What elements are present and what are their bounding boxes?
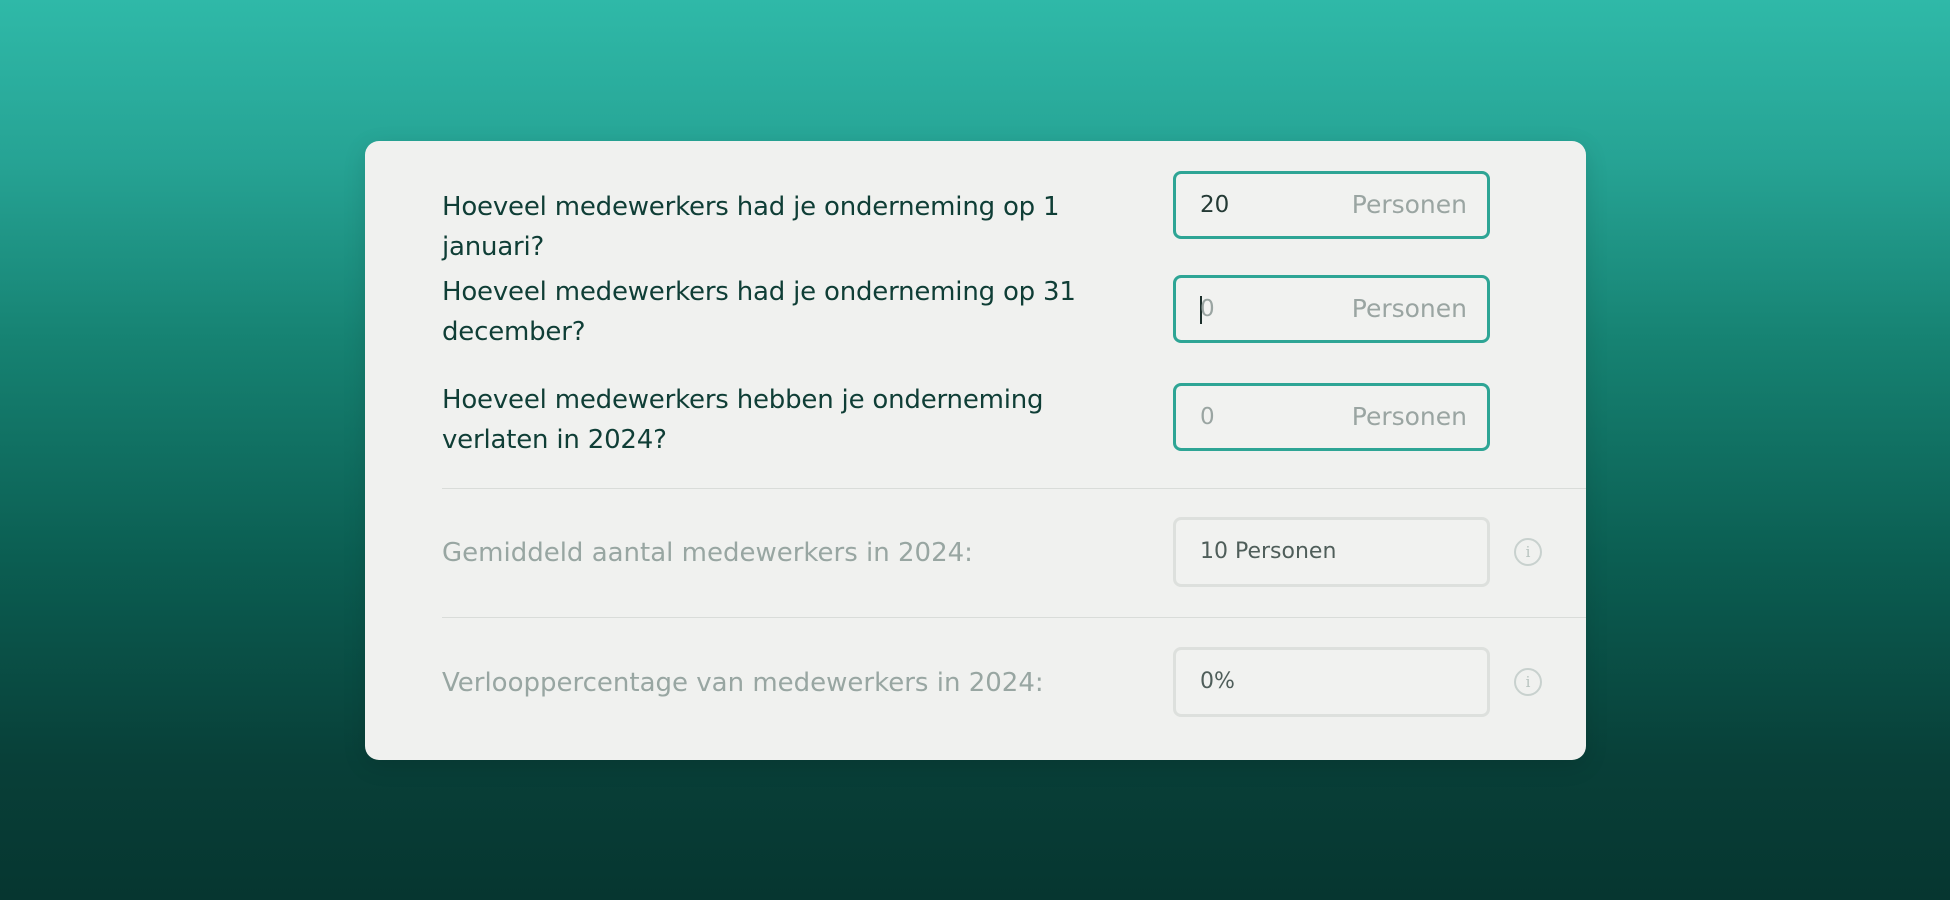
average-employees-output: 10 Personen [1173, 517, 1490, 587]
question-label-left: Hoeveel medewerkers hebben je ondernemin… [442, 385, 1044, 455]
employees-left-value: 0 [1200, 404, 1215, 430]
turnover-rate-value: 0% [1200, 669, 1235, 694]
question-label-jan1: Hoeveel medewerkers had je onderneming o… [442, 192, 1060, 262]
divider [442, 617, 1586, 618]
info-icon[interactable]: i [1514, 668, 1542, 696]
employees-dec31-value: 0 [1200, 296, 1215, 322]
info-icon[interactable]: i [1514, 538, 1542, 566]
employees-dec31-unit: Personen [1351, 294, 1467, 323]
average-employees-label: Gemiddeld aantal medewerkers in 2024: [442, 538, 973, 568]
turnover-rate-output: 0% [1173, 647, 1490, 717]
employees-jan1-input[interactable]: 20 Personen [1173, 171, 1490, 239]
question-label-dec31: Hoeveel medewerkers had je onderneming o… [442, 277, 1076, 347]
employees-left-unit: Personen [1351, 402, 1467, 431]
calculator-card: Hoeveel medewerkers had je onderneming o… [365, 141, 1586, 760]
employees-jan1-value: 20 [1200, 192, 1230, 218]
average-employees-value: 10 Personen [1200, 539, 1337, 564]
employees-left-input[interactable]: 0 Personen [1173, 383, 1490, 451]
turnover-rate-label: Verlooppercentage van medewerkers in 202… [442, 668, 1044, 698]
employees-dec31-input[interactable]: 0 Personen [1173, 275, 1490, 343]
employees-jan1-unit: Personen [1351, 190, 1467, 219]
divider [442, 488, 1586, 489]
